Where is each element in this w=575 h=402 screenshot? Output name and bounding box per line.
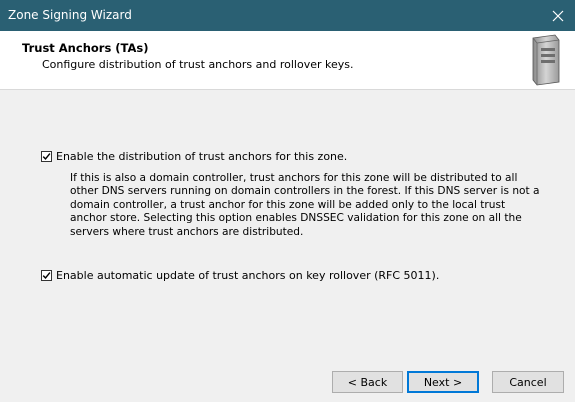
auto-update-label: Enable automatic update of trust anchors…: [56, 269, 440, 282]
title-bar: Zone Signing Wizard: [0, 0, 575, 31]
distribute-checkbox[interactable]: [41, 151, 52, 162]
auto-update-checkbox[interactable]: [41, 270, 52, 281]
cancel-button[interactable]: Cancel: [492, 371, 564, 393]
wizard-header: Trust Anchors (TAs) Configure distributi…: [0, 31, 575, 90]
page-title: Trust Anchors (TAs): [22, 41, 149, 55]
auto-update-option[interactable]: Enable automatic update of trust anchors…: [41, 269, 439, 282]
distribute-description: If this is also a domain controller, tru…: [70, 172, 540, 238]
server-icon: [532, 34, 560, 86]
close-icon[interactable]: [541, 0, 575, 31]
window-title: Zone Signing Wizard: [8, 8, 132, 22]
distribute-label: Enable the distribution of trust anchors…: [56, 150, 348, 163]
back-button[interactable]: < Back: [332, 371, 403, 393]
next-button[interactable]: Next >: [407, 371, 479, 393]
page-subtitle: Configure distribution of trust anchors …: [42, 58, 354, 71]
distribute-option[interactable]: Enable the distribution of trust anchors…: [41, 150, 347, 163]
